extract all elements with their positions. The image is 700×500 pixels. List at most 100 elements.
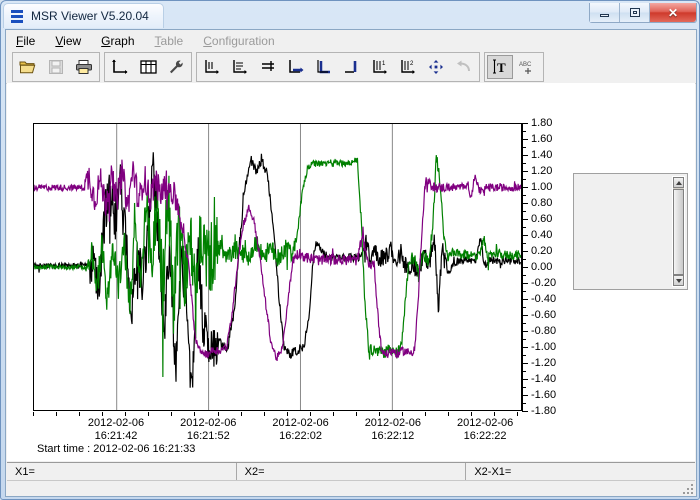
svg-text:2: 2	[410, 61, 414, 67]
minimize-button[interactable]	[590, 3, 620, 22]
x-axis-tick-label-line: 16:21:52	[163, 430, 253, 443]
svg-text:T: T	[497, 60, 506, 75]
minimize-icon	[600, 14, 609, 17]
y-axis-tick-label: -1.40	[522, 373, 556, 385]
y-axis-minor-tick	[522, 195, 526, 196]
open-file-icon	[19, 59, 37, 75]
svg-text:1: 1	[382, 61, 386, 67]
legend-scrollbar[interactable]	[672, 176, 685, 287]
toolbar-group-text: T ABC	[484, 52, 544, 82]
x-axis-tick	[471, 412, 472, 416]
y-axis-tick-label: 1.40	[522, 149, 552, 161]
close-icon: ✕	[650, 3, 696, 22]
axis-autoscale-icon	[259, 59, 277, 75]
pan-move-button[interactable]	[423, 55, 449, 79]
x-axis-tick	[33, 412, 34, 416]
window-controls: ✕	[589, 3, 697, 23]
y-axis-tick-label: -1.20	[522, 357, 556, 369]
y-axis-minor-tick	[522, 323, 526, 324]
y-axis-tick-label: -0.80	[522, 325, 556, 337]
save-file-button[interactable]	[43, 55, 69, 79]
cursor-2-icon: 2	[399, 59, 418, 75]
y-axis-minor-tick	[522, 371, 526, 372]
y-axis-minor-tick	[522, 403, 526, 404]
text-tool-button[interactable]: T	[487, 55, 513, 79]
pan-move-icon	[428, 59, 444, 75]
x-axis-tick-label-line: 16:22:02	[256, 430, 346, 443]
y-axis-minor-tick	[522, 387, 526, 388]
toolbar: 1 2	[6, 51, 696, 84]
zoom-x-icon	[287, 59, 305, 75]
title-bar: MSR Viewer V5.20.04 ✕	[1, 1, 700, 29]
axis-autoscale-button[interactable]	[255, 55, 281, 79]
zoom-reset-button[interactable]	[339, 55, 365, 79]
x-axis-tick	[171, 412, 172, 416]
y-axis-tick-label: 0.80	[522, 197, 552, 209]
settings-wrench-button[interactable]	[163, 55, 189, 79]
maximize-button[interactable]	[620, 3, 650, 22]
toolbar-group-view	[104, 52, 192, 82]
graph-view-button[interactable]	[107, 55, 133, 79]
chart-plot-area[interactable]	[33, 123, 522, 411]
y-axis-tick-label: -0.40	[522, 293, 556, 305]
cursor-readout-value: X2=	[245, 466, 466, 479]
undo-button[interactable]	[451, 55, 477, 79]
y-axis-minor-tick	[522, 211, 526, 212]
table-view-icon	[140, 60, 157, 74]
menu-graph[interactable]: Graph	[92, 32, 143, 50]
menu-file[interactable]: File	[7, 32, 44, 50]
print-button[interactable]	[71, 55, 97, 79]
y-axis-minor-tick	[522, 227, 526, 228]
menu-configuration[interactable]: Configuration	[194, 32, 283, 50]
x-axis-tick	[241, 412, 242, 416]
cursor-1-icon: 1	[371, 59, 390, 75]
axis-scale-y-button[interactable]	[199, 55, 225, 79]
annotation-abc-button[interactable]: ABC	[515, 55, 541, 79]
cursor-readout-value: X1=	[15, 466, 236, 479]
legend-panel: MSR307590 (original data) ACC x,gACC y,g…	[573, 173, 688, 290]
x-axis-tick	[425, 412, 426, 416]
text-tool-icon: T	[490, 59, 510, 75]
cursor-1-button[interactable]: 1	[367, 55, 393, 79]
x-axis-tick	[356, 412, 357, 416]
title-bar-caption: MSR Viewer V5.20.04	[3, 3, 164, 28]
zoom-x-button[interactable]	[283, 55, 309, 79]
scrollbar-thumb[interactable]	[673, 189, 684, 275]
y-axis-minor-tick	[522, 275, 526, 276]
menu-view[interactable]: View	[46, 32, 90, 50]
close-button[interactable]: ✕	[650, 3, 696, 22]
zoom-reset-icon	[343, 59, 361, 75]
axis-scale-x-button[interactable]	[227, 55, 253, 79]
open-file-button[interactable]	[15, 55, 41, 79]
y-axis-tick-label: -0.60	[522, 309, 556, 321]
y-axis-tick-label: -1.00	[522, 341, 556, 353]
x-axis-tick	[517, 412, 518, 416]
x-axis-tick-label: 2012-02-0616:21:52	[163, 417, 253, 443]
y-axis-tick-label: 0.20	[522, 245, 552, 257]
y-axis-minor-tick	[522, 131, 526, 132]
client-area: File View Graph Table Configuration	[5, 29, 697, 497]
toolbar-group-file	[12, 52, 100, 82]
menu-table[interactable]: Table	[146, 32, 193, 50]
scroll-up-arrow-icon[interactable]	[673, 177, 684, 188]
x-axis-tick-label-line: 2012-02-06	[440, 417, 530, 430]
axis-scale-y-icon	[203, 59, 221, 75]
resize-grip[interactable]	[682, 483, 693, 494]
scroll-down-arrow-icon[interactable]	[673, 275, 684, 286]
y-axis-tick-label: 0.40	[522, 229, 552, 241]
x-axis-tick-label: 2012-02-0616:22:02	[256, 417, 346, 443]
y-axis-minor-tick	[522, 163, 526, 164]
zoom-y-icon	[315, 59, 333, 75]
y-axis-tick-label: 1.00	[522, 181, 552, 193]
y-axis-minor-tick	[522, 179, 526, 180]
axis-scale-x-icon	[231, 59, 249, 75]
x-axis-tick	[79, 412, 80, 416]
chart-series-layer	[34, 124, 521, 410]
zoom-y-button[interactable]	[311, 55, 337, 79]
cursor-2-button[interactable]: 2	[395, 55, 421, 79]
table-view-button[interactable]	[135, 55, 161, 79]
maximize-icon	[630, 8, 640, 17]
x-axis-tick-label-line: 16:22:22	[440, 430, 530, 443]
x-axis-tick-label: 2012-02-0616:22:22	[440, 417, 530, 443]
y-axis-minor-tick	[522, 259, 526, 260]
